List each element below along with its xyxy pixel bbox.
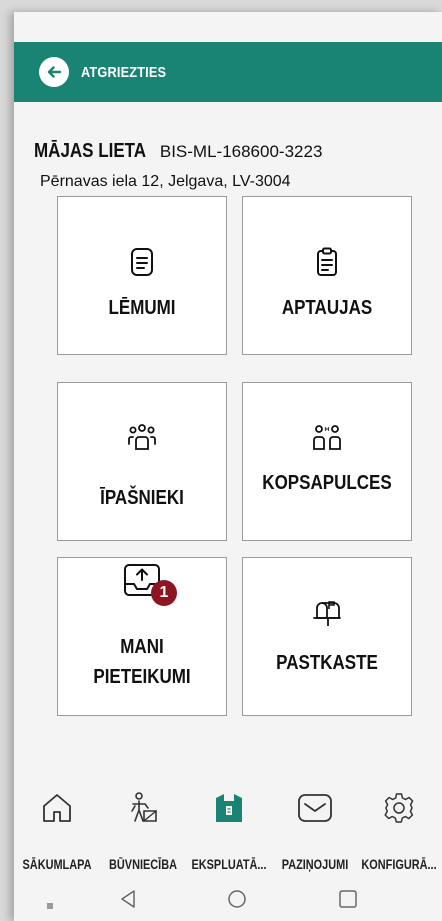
envelope-icon <box>272 791 358 825</box>
tile-label: LĒMUMI <box>108 297 176 319</box>
tile-ipasnieki[interactable]: ĪPAŠNIEKI <box>57 382 227 541</box>
building-icon <box>186 791 272 825</box>
back-triangle-icon[interactable] <box>118 888 138 915</box>
house-title: MĀJAS LIETA <box>34 140 147 162</box>
nav-ekspluatacija[interactable]: EKSPLUATĀ... <box>186 777 272 882</box>
status-bar <box>14 12 442 42</box>
construction-icon <box>100 791 186 825</box>
system-navigation-bar <box>14 882 442 921</box>
house-header: MĀJAS LIETA BIS-ML-168600-3223 Pērnavas … <box>34 140 434 191</box>
clipboard-icon <box>243 247 411 277</box>
tile-pastkaste[interactable]: PASTKASTE <box>242 557 412 716</box>
tile-kopsapulces[interactable]: KOPSAPULCES <box>242 382 412 541</box>
tile-label: KOPSAPULCES <box>262 472 392 494</box>
recents-dot-icon[interactable] <box>46 897 54 915</box>
nav-label: BŪVNIECĪBA <box>109 856 177 872</box>
home-circle-icon[interactable] <box>226 888 248 915</box>
back-arrow-icon <box>39 57 69 87</box>
notification-badge: 1 <box>151 580 177 606</box>
house-address: Pērnavas iela 12, Jelgava, LV-3004 <box>40 173 291 190</box>
upload-tray-icon <box>58 562 226 598</box>
tile-label-line1: MANI <box>120 636 164 658</box>
tile-label-line2: PIETEIKUMI <box>93 666 191 688</box>
nav-pazinojumi[interactable]: PAZIŅOJUMI <box>272 777 358 882</box>
app-bar: ATGRIEZTIES <box>14 42 442 102</box>
nav-label: EKSPLUATĀ... <box>191 856 267 872</box>
overview-square-icon[interactable] <box>337 888 359 915</box>
nav-sakumlapa[interactable]: SĀKUMLAPA <box>14 777 100 882</box>
mailbox-icon <box>243 598 411 628</box>
meeting-icon <box>243 423 411 453</box>
back-button[interactable]: ATGRIEZTIES <box>39 57 181 87</box>
phone-screen: ATGRIEZTIES MĀJAS LIETA BIS-ML-168600-32… <box>14 12 442 921</box>
gear-icon <box>356 791 442 825</box>
nav-buvnieciba[interactable]: BŪVNIECĪBA <box>100 777 186 882</box>
tile-lemumi[interactable]: LĒMUMI <box>57 196 227 355</box>
document-lines-icon <box>58 247 226 277</box>
tile-aptaujas[interactable]: APTAUJAS <box>242 196 412 355</box>
bottom-navigation: SĀKUMLAPA BŪVNIECĪBA EKSPLUATĀ... PAZIŅO… <box>14 777 442 882</box>
nav-konfiguracija[interactable]: KONFIGURĀ... <box>356 777 442 882</box>
tile-label: APTAUJAS <box>281 297 373 319</box>
back-button-label: ATGRIEZTIES <box>81 63 167 81</box>
house-id: BIS-ML-168600-3223 <box>159 142 323 161</box>
people-group-icon <box>58 423 226 453</box>
tile-mani-pieteikumi[interactable]: 1 MANI PIETEIKUMI <box>57 557 227 716</box>
nav-label: PAZIŅOJUMI <box>281 856 349 872</box>
nav-label: KONFIGURĀ... <box>361 856 437 872</box>
nav-label: SĀKUMLAPA <box>22 856 92 872</box>
tile-label: ĪPAŠNIEKI <box>100 487 184 509</box>
tile-label: PASTKASTE <box>276 652 378 674</box>
home-icon <box>14 791 100 825</box>
